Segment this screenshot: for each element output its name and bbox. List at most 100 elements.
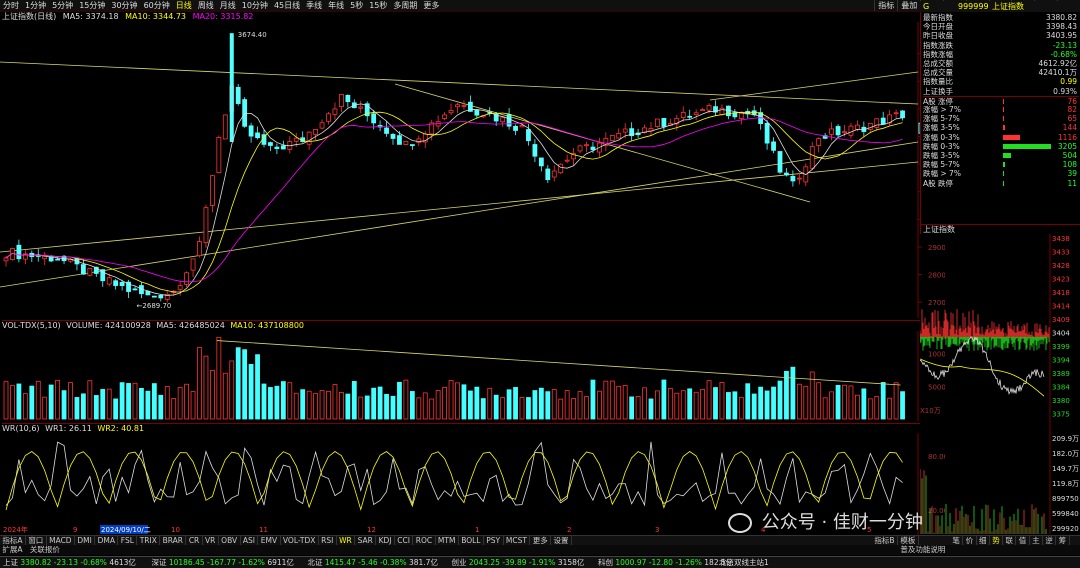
status-kc[interactable]: 科创 1000.97 -12.80 -1.26% 182.5亿 bbox=[595, 557, 733, 568]
candle bbox=[203, 207, 209, 243]
wr2-value: WR2: 40.81 bbox=[97, 424, 145, 433]
period-tab-3[interactable]: 15分钟 bbox=[76, 0, 108, 11]
candle bbox=[519, 125, 525, 128]
period-tab-9[interactable]: 10分钟 bbox=[239, 0, 271, 11]
quote-code: 999999 bbox=[958, 2, 989, 11]
volume-bar bbox=[255, 354, 260, 420]
expand-a-tab[interactable]: 扩展A bbox=[0, 545, 25, 555]
ma20-value: MA20: 3315.82 bbox=[192, 12, 254, 21]
volume-bar bbox=[655, 390, 660, 420]
volume-ma5: MA5: 426485024 bbox=[156, 321, 225, 330]
intraday-vol-tick: 182.0万 bbox=[1052, 450, 1079, 458]
volume-bar bbox=[248, 363, 254, 420]
candle bbox=[222, 114, 228, 140]
volume-bar bbox=[887, 397, 893, 420]
status-sh[interactable]: 上证 3380.82 -23.13 -0.68% 4613亿 bbox=[0, 557, 136, 568]
volume-bar bbox=[687, 388, 693, 420]
quote-header: G 999999 上证指数 bbox=[920, 1, 1080, 12]
status-cy[interactable]: 创业 2043.25 -39.89 -1.91% 3158亿 bbox=[449, 557, 585, 568]
period-tab-10[interactable]: 45日线 bbox=[271, 0, 303, 11]
related-quote-tab[interactable]: 关联报价 bbox=[27, 545, 62, 555]
period-tab-14[interactable]: 15秒 bbox=[366, 0, 390, 11]
intraday-price-tick: 3414 bbox=[1052, 303, 1070, 311]
period-tab-15[interactable]: 多周期 bbox=[390, 0, 420, 11]
candle bbox=[558, 163, 564, 174]
volume-ma10: MA10: 437108800 bbox=[230, 321, 304, 330]
volume-bar bbox=[771, 386, 776, 420]
candle bbox=[87, 267, 93, 276]
candle bbox=[900, 110, 905, 119]
high-label: 3674.40 bbox=[238, 31, 267, 39]
date-label: 9 bbox=[73, 526, 77, 534]
candle bbox=[545, 168, 551, 181]
function-help-link[interactable]: 普及功能说明 bbox=[898, 545, 948, 555]
period-tab-7[interactable]: 周线 bbox=[195, 0, 217, 11]
candle bbox=[622, 128, 628, 133]
volume-bar bbox=[867, 398, 873, 420]
candle bbox=[687, 115, 693, 118]
candle bbox=[526, 129, 531, 142]
candle bbox=[474, 110, 480, 116]
volume-bar bbox=[203, 355, 209, 420]
wr-title: WR(10,6) bbox=[2, 424, 40, 433]
candle bbox=[461, 105, 467, 107]
candle bbox=[280, 145, 286, 150]
period-tab-6[interactable]: 日线 bbox=[173, 0, 195, 11]
quote-row: 今日开盘 3398.43 bbox=[923, 22, 1079, 31]
period-tab-5[interactable]: 60分钟 bbox=[141, 0, 173, 11]
period-tab-2[interactable]: 5分钟 bbox=[49, 0, 76, 11]
volume-bar bbox=[184, 383, 190, 420]
volume-bar bbox=[81, 393, 86, 420]
quote-dist-bar bbox=[1003, 107, 1005, 112]
candlestick-chart[interactable]: 3600350034003300320031003000290028002700… bbox=[0, 22, 945, 318]
volume-bar bbox=[706, 380, 712, 420]
volume-bar bbox=[403, 379, 409, 420]
period-tab-12[interactable]: 年线 bbox=[325, 0, 347, 11]
volume-bar bbox=[229, 360, 235, 420]
intraday-chart[interactable]: 3438 3433 3428 3423 3418 3414 3409 3404 3399 3394… bbox=[920, 234, 1080, 534]
quote-row: 涨幅 > 7% 82 bbox=[923, 105, 1079, 114]
volume-bar bbox=[164, 386, 170, 420]
volume-bar bbox=[603, 380, 609, 420]
intraday-vol-tick: 149.7万 bbox=[1052, 465, 1079, 473]
intraday-price-tick: 3399 bbox=[1052, 343, 1070, 351]
quote-row: 指数涨幅 -0.68% bbox=[923, 50, 1079, 59]
volume-bar bbox=[526, 397, 531, 420]
server-status[interactable]: 北京双线主站1 bbox=[716, 557, 769, 568]
volume-bar bbox=[326, 390, 331, 420]
quote-label: A股 跌停 bbox=[923, 178, 954, 188]
volume-bar bbox=[880, 382, 886, 420]
intraday-vol-tick: 299920 bbox=[1052, 525, 1079, 533]
candle bbox=[809, 145, 815, 169]
status-bj[interactable]: 北证 1415.47 -5.46 -0.38% 381.7亿 bbox=[304, 557, 438, 568]
period-tab-13[interactable]: 5秒 bbox=[347, 0, 366, 11]
quote-value: 3403.95 bbox=[1045, 31, 1077, 41]
volume-bar bbox=[61, 390, 67, 420]
volume-bar bbox=[835, 384, 841, 420]
volume-bar bbox=[642, 387, 647, 420]
date-label: 2024/09/10/二 bbox=[101, 526, 151, 534]
toolbar-btn-0[interactable]: 指标 bbox=[874, 0, 897, 11]
period-tab-16[interactable]: 更多 bbox=[420, 0, 442, 11]
candle bbox=[274, 146, 280, 149]
period-tab-8[interactable]: 月线 bbox=[217, 0, 239, 11]
candle bbox=[177, 285, 183, 290]
volume-bar bbox=[280, 381, 286, 420]
volume-bar bbox=[313, 393, 319, 420]
volume-chart[interactable]: 100005000X10万 bbox=[0, 331, 945, 421]
period-tab-4[interactable]: 30分钟 bbox=[108, 0, 140, 11]
period-tab-11[interactable]: 季线 bbox=[303, 0, 325, 11]
period-tab-0[interactable]: 分时 bbox=[0, 0, 22, 11]
toolbar-btn-1[interactable]: 叠加 bbox=[897, 0, 920, 11]
intraday-price-tick: 3375 bbox=[1052, 411, 1070, 419]
status-sz[interactable]: 深证 10186.45 -167.77 -1.62% 6911亿 bbox=[148, 557, 293, 568]
volume-bar bbox=[726, 392, 731, 420]
volume-bar bbox=[822, 397, 828, 420]
watermark: 公众号 · 佳财一分钟 bbox=[728, 508, 923, 534]
period-tab-1[interactable]: 1分钟 bbox=[22, 0, 49, 11]
volume-bar bbox=[448, 380, 454, 420]
volume-bar bbox=[803, 385, 809, 420]
quote-dist-bar bbox=[1003, 153, 1011, 158]
market-status-bar: 上证 3380.82 -23.13 -0.68% 4613亿 深证 10186.… bbox=[0, 556, 1080, 568]
candle bbox=[706, 105, 712, 111]
